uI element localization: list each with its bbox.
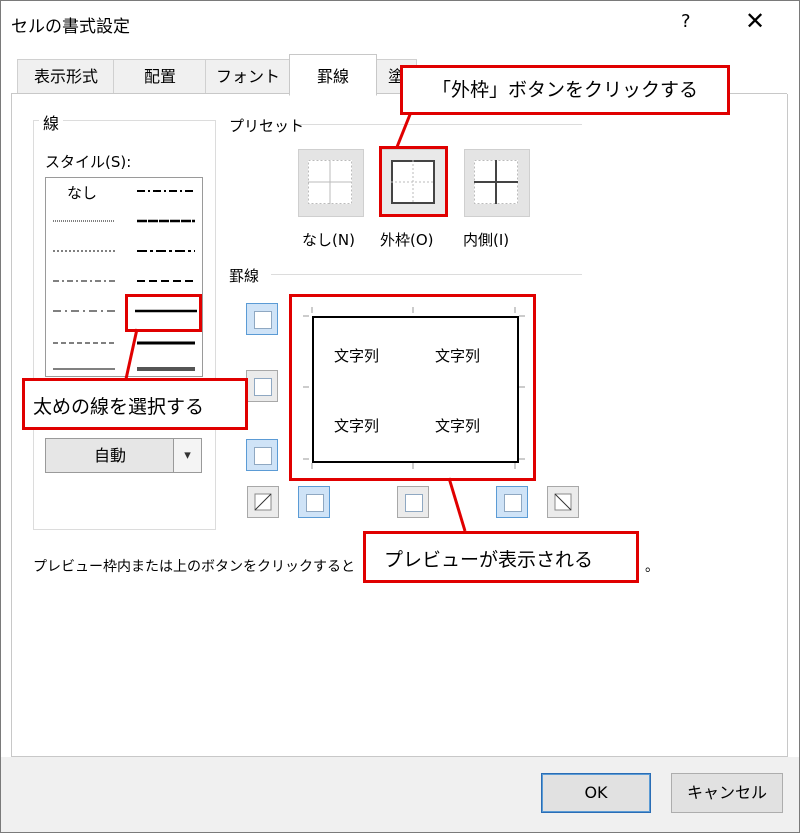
annotation-preview-callout: プレビューが表示される [363,531,639,583]
format-cells-dialog: セルの書式設定 ? ✕ 表示形式 配置 フォント 罫線 塗 線 スタイル(S):… [0,0,800,833]
annotation-outline-callout: 「外枠」ボタンをクリックする [400,65,730,115]
annotation-thick-line-callout: 太めの線を選択する [22,378,248,430]
